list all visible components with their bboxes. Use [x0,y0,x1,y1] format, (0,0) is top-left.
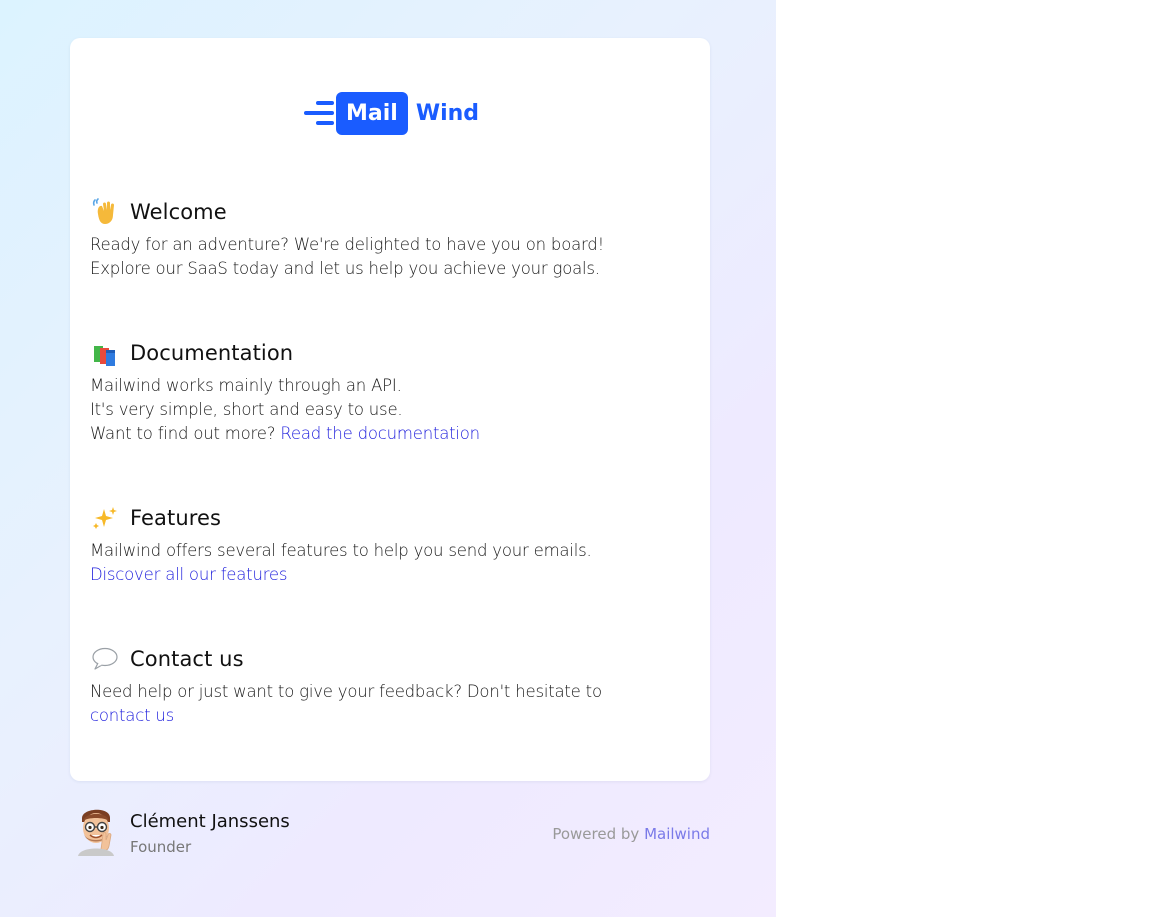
contact-us-link[interactable]: contact us [90,706,174,725]
powered-by-link[interactable]: Mailwind [644,825,710,843]
section-heading: Documentation [90,338,690,368]
section-features: Features Mailwind offers several feature… [90,503,690,587]
body-line: It's very simple, short and easy to use. [90,400,403,419]
mailwind-logo[interactable]: Mail Wind [304,91,479,135]
section-body: Need help or just want to give your feed… [90,680,690,728]
waving-hand-icon [90,197,120,227]
section-welcome: Welcome Ready for an adventure? We're de… [90,197,690,281]
section-body: Ready for an adventure? We're delighted … [90,233,690,281]
body-line: Need help or just want to give your feed… [90,682,602,701]
powered-by: Powered by Mailwind [552,825,710,843]
section-body: Mailwind offers several features to help… [90,539,690,587]
section-heading: Contact us [90,644,690,674]
logo-word: Wind [415,100,480,126]
section-title: Documentation [130,341,294,365]
body-line: Mailwind works mainly through an API. [90,376,402,395]
body-line: Mailwind offers several features to help… [90,541,592,560]
avatar [76,804,116,856]
section-heading: Features [90,503,690,533]
sparkles-icon [90,503,120,533]
section-body: Mailwind works mainly through an API. It… [90,374,690,446]
body-line: Want to find out more? [90,424,281,443]
section-title: Features [130,506,222,530]
section-title: Welcome [130,200,227,224]
sender-name: Clément Janssens [130,811,290,832]
section-contact: Contact us Need help or just want to giv… [90,644,690,728]
body-line: Ready for an adventure? We're delighted … [90,235,604,254]
section-documentation: Documentation Mailwind works mainly thro… [90,338,690,446]
speech-bubble-icon [90,644,120,674]
powered-by-label: Powered by [552,825,645,843]
discover-features-link[interactable]: Discover all our features [90,565,287,584]
section-heading: Welcome [90,197,690,227]
logo-box: Mail [336,91,408,135]
sender-role: Founder [130,838,192,856]
section-title: Contact us [130,647,244,671]
email-footer: Clément Janssens Founder Powered by Mail… [70,800,710,864]
speed-lines-icon [304,91,336,135]
body-line: Explore our SaaS today and let us help y… [90,259,600,278]
read-documentation-link[interactable]: Read the documentation [280,424,480,443]
books-icon [90,338,120,368]
